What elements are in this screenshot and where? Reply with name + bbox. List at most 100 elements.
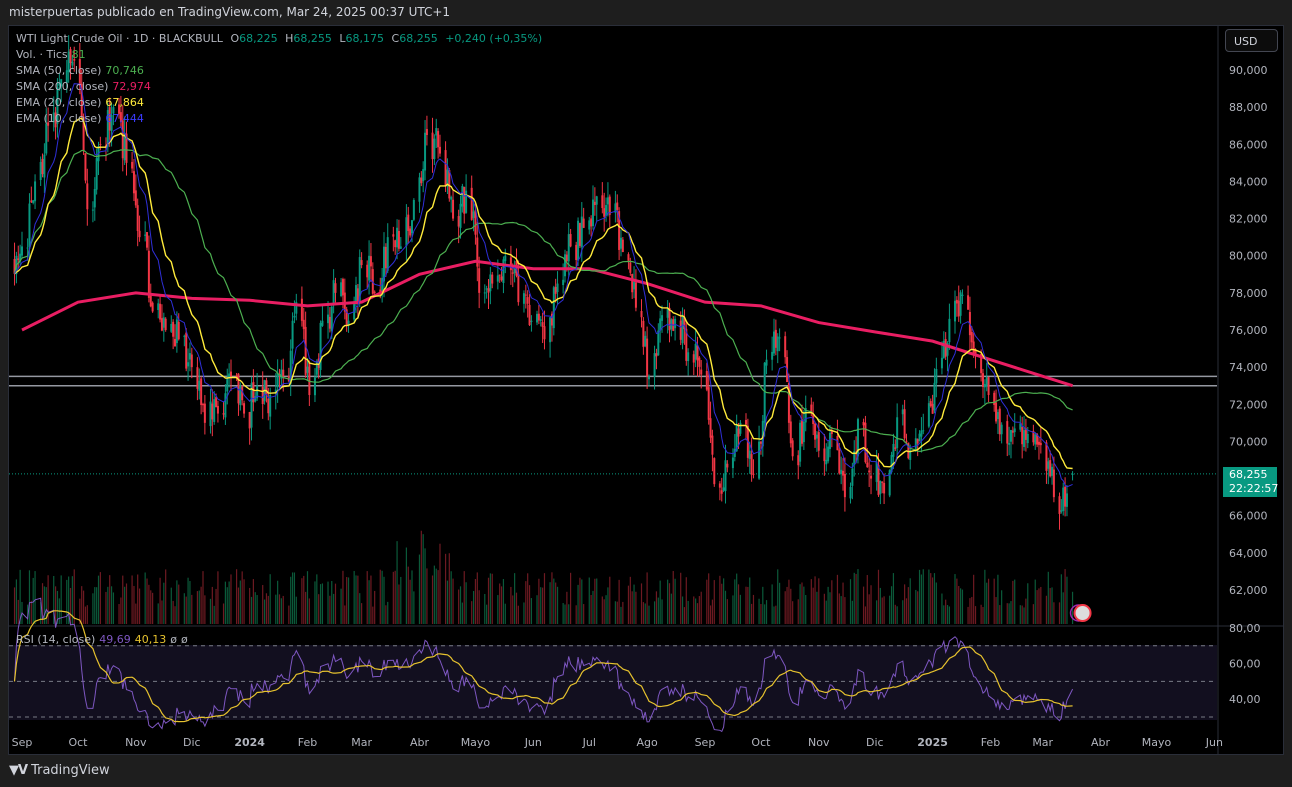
- candle-body: [1008, 442, 1011, 445]
- currency-button[interactable]: USD: [1225, 29, 1278, 52]
- volume-bar: [915, 589, 917, 624]
- volume-bar: [112, 592, 115, 624]
- volume-bar: [543, 573, 546, 624]
- volume-bar: [823, 593, 825, 624]
- candle-body: [698, 357, 701, 367]
- candle-body: [763, 362, 766, 423]
- volume-bar: [465, 582, 467, 624]
- volume-bar: [542, 587, 544, 624]
- volume-bar: [383, 576, 385, 624]
- candle-body: [1060, 510, 1063, 512]
- volume-bar: [877, 569, 880, 624]
- candle-body: [321, 320, 324, 326]
- volume-bar: [346, 577, 348, 624]
- candle-body: [595, 196, 598, 205]
- volume-bar: [444, 553, 447, 624]
- volume-bar: [583, 604, 585, 624]
- candle-body: [967, 295, 970, 310]
- volume-bar: [706, 579, 708, 624]
- volume-bar: [566, 591, 568, 624]
- volume-bar: [176, 580, 178, 624]
- candle-body: [459, 203, 462, 228]
- volume-bar: [458, 589, 460, 624]
- candle-body: [412, 200, 415, 220]
- volume-bar: [805, 595, 807, 624]
- candle-body: [862, 421, 865, 426]
- low-label: L: [339, 32, 346, 45]
- candle-body: [1052, 469, 1055, 498]
- candle-body: [995, 402, 998, 422]
- volume-bar: [607, 587, 609, 624]
- close-value: 68,255: [399, 32, 438, 45]
- time-tick-label: Abr: [1091, 736, 1111, 749]
- symbol-legend[interactable]: WTI Light Crude Oil · 1D · BLACKBULL O68…: [16, 32, 546, 45]
- candle-body: [498, 274, 501, 276]
- candle-body: [282, 369, 285, 377]
- candle-body: [146, 232, 149, 248]
- volume-bar: [827, 586, 829, 624]
- candle-body: [132, 171, 135, 194]
- volume-bar: [165, 569, 167, 624]
- time-tick-label: Feb: [981, 736, 1000, 749]
- volume-bar: [556, 586, 559, 624]
- volume-bar: [633, 584, 635, 624]
- volume-bar: [765, 600, 768, 624]
- sma50-legend[interactable]: SMA (50, close) 70,746: [16, 64, 148, 77]
- candle-body: [248, 411, 251, 429]
- volume-bar: [514, 573, 516, 624]
- candle-body: [1011, 430, 1014, 433]
- candle-body: [121, 120, 124, 159]
- volume-bar: [1010, 601, 1012, 624]
- volume-bar: [290, 576, 292, 624]
- volume-bar: [771, 584, 773, 624]
- candle-body: [95, 158, 98, 190]
- candle-body: [504, 255, 507, 262]
- candle-body: [549, 317, 552, 343]
- candle-body: [959, 292, 962, 316]
- volume-bar: [163, 582, 165, 624]
- volume-bar: [450, 571, 452, 624]
- volume-bar: [640, 583, 643, 624]
- volume-bar: [568, 604, 570, 624]
- ema20-legend[interactable]: EMA (20, close) 67,864: [16, 96, 148, 109]
- candle-body: [894, 447, 897, 449]
- candle-body: [1039, 442, 1042, 446]
- volume-bar: [502, 579, 505, 624]
- candle-body: [528, 304, 531, 326]
- candle-body: [629, 262, 632, 273]
- volume-bar: [629, 576, 631, 624]
- ema10-legend[interactable]: EMA (10, close) 67,444: [16, 112, 148, 125]
- candle-body: [328, 316, 331, 329]
- candle-body: [424, 132, 427, 171]
- volume-legend[interactable]: Vol. · Tics 81: [16, 48, 90, 61]
- volume-bar: [435, 568, 437, 624]
- volume-bar: [275, 594, 277, 624]
- volume-bar: [866, 575, 868, 624]
- candle-body: [134, 190, 137, 206]
- volume-bar: [868, 594, 870, 624]
- volume-bar: [99, 572, 101, 624]
- price-chart[interactable]: 62,00064,00066,00068,00070,00072,00074,0…: [0, 0, 1292, 787]
- volume-bar: [987, 578, 990, 624]
- ema20-label: EMA (20, close): [16, 96, 102, 109]
- volume-bar: [148, 584, 150, 624]
- volume-bar: [471, 601, 473, 624]
- rsi-legend[interactable]: RSI (14, close) 49,69 40,13 ø ø: [16, 633, 192, 646]
- candle-body: [187, 362, 190, 367]
- footer-brand[interactable]: ▼V TradingView: [9, 763, 110, 778]
- volume-bar: [512, 595, 514, 624]
- sma200-legend[interactable]: SMA (200, close) 72,974: [16, 80, 155, 93]
- candle-body: [674, 318, 677, 329]
- candle-body: [93, 189, 96, 208]
- candle-body: [543, 326, 546, 340]
- candle-body: [985, 377, 988, 386]
- volume-bar: [452, 578, 454, 624]
- volume-bar: [405, 547, 407, 624]
- tradingview-logo-icon: ▼V: [9, 763, 28, 778]
- time-tick-label: 2025: [917, 736, 948, 749]
- candle-body: [433, 138, 436, 160]
- price-tick-label: 72,000: [1229, 398, 1268, 411]
- volume-bar: [13, 587, 16, 624]
- volume-bar: [109, 575, 111, 624]
- candle-body: [162, 317, 165, 328]
